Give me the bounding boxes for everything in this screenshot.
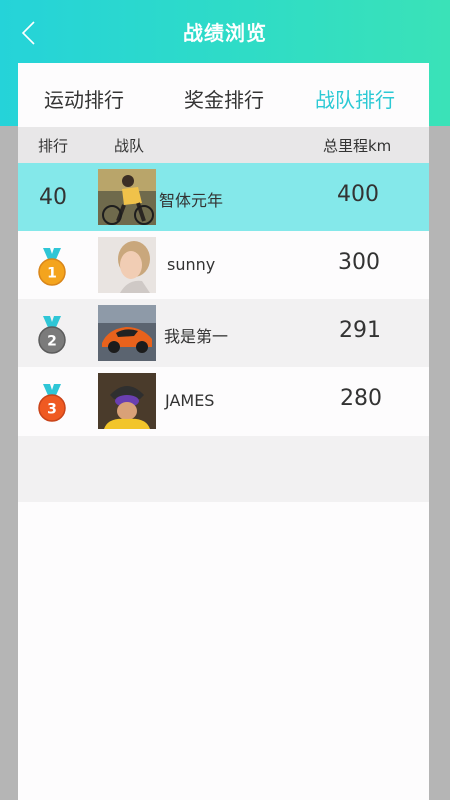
team-name: sunny [167, 255, 216, 274]
gold-medal-icon: 1 [38, 248, 66, 286]
column-distance: 总里程km [323, 137, 392, 155]
helmet-rider-avatar [98, 373, 156, 429]
ranking-card: 运动排行 奖金排行 战队排行 排行 战队 总里程km 40 智体元年 400 1… [18, 63, 429, 800]
woman-avatar [98, 237, 156, 293]
bronze-medal-icon: 3 [38, 384, 66, 422]
column-team: 战队 [114, 137, 145, 155]
silver-medal-icon: 2 [38, 316, 66, 354]
table-row[interactable]: 1 sunny 300 [18, 231, 429, 299]
tab-team-ranking[interactable]: 战队排行 [315, 84, 395, 113]
table-row[interactable]: 2 我是第一 291 [18, 299, 429, 367]
cyclist-avatar [98, 169, 156, 225]
column-header: 排行 战队 总里程km [18, 127, 429, 163]
column-rank: 排行 [38, 137, 69, 155]
team-name: JAMES [165, 391, 215, 410]
medal-number: 2 [47, 334, 57, 350]
rank-number: 40 [39, 185, 67, 210]
sports-car-avatar [98, 305, 156, 361]
table-row[interactable]: 40 智体元年 400 [18, 163, 429, 231]
distance-value: 280 [340, 386, 382, 411]
medal-number: 1 [47, 266, 57, 282]
tab-sport-ranking[interactable]: 运动排行 [44, 84, 124, 113]
medal-number: 3 [47, 402, 57, 418]
tab-bonus-ranking[interactable]: 奖金排行 [184, 84, 264, 113]
distance-value: 291 [339, 318, 381, 343]
tab-bar: 运动排行 奖金排行 战队排行 [18, 63, 429, 127]
team-name: 智体元年 [159, 191, 224, 210]
distance-value: 400 [337, 182, 379, 207]
empty-row [18, 436, 429, 502]
team-name: 我是第一 [164, 327, 229, 346]
page-title: 战绩浏览 [183, 21, 267, 45]
distance-value: 300 [338, 250, 380, 275]
table-row[interactable]: 3 JAMES 280 [18, 367, 429, 435]
